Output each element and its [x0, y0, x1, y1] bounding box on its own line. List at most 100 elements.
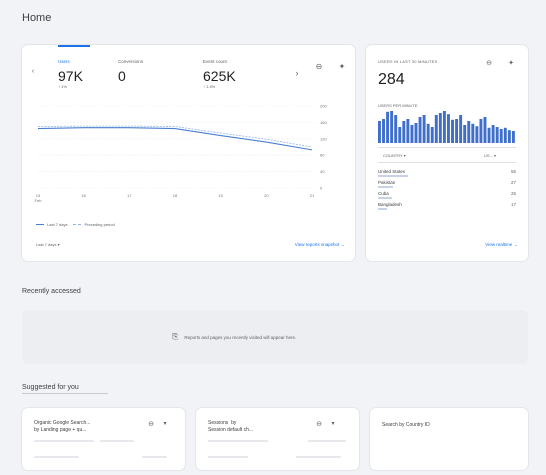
minute-bar	[499, 129, 503, 143]
legend-swatch-current	[36, 223, 44, 226]
chart-legend: Last 7 days Preceding period	[36, 222, 115, 227]
chevron-down-icon[interactable]: ▾	[160, 420, 170, 429]
divider	[378, 147, 516, 148]
x-tick-label: 17	[127, 193, 132, 198]
minute-bar	[414, 123, 418, 143]
placeholder-line	[34, 456, 79, 458]
suggested-title: Suggested for you	[22, 384, 79, 391]
compare-icon[interactable]: ⊖	[146, 420, 156, 429]
country-share-bar	[378, 175, 408, 177]
country-count: 25	[510, 191, 516, 196]
country-count: 55	[510, 169, 516, 174]
suggested-card-title-line2: by Landing page + qu...	[34, 427, 87, 433]
users-per-minute-bar-chart	[378, 111, 515, 143]
y-tick-label: 160	[320, 120, 327, 125]
suggested-card-title-line1: Search by Country ID	[382, 422, 430, 428]
country-name: Pakistan	[378, 180, 396, 185]
date-range-selector[interactable]: Last 7 days ▾	[36, 242, 60, 247]
minute-bar	[418, 117, 422, 143]
minute-bar	[406, 119, 410, 143]
tab-label: Users	[58, 59, 70, 64]
minute-bar	[386, 111, 390, 143]
tab-label: Conversions	[118, 59, 144, 64]
minute-bar	[390, 111, 394, 143]
suggested-card-3[interactable]: Search by Country ID	[370, 408, 528, 470]
compare-icon[interactable]: ⊖	[314, 420, 324, 429]
view-realtime-link[interactable]: View realtime →	[485, 242, 518, 247]
recent-pages-icon: ⎘	[172, 332, 179, 341]
chevron-down-icon[interactable]: ▾	[328, 420, 338, 429]
legend-label-previous: Preceding period	[84, 222, 115, 227]
tab-active-indicator	[58, 45, 90, 47]
tab-event-count[interactable]: Event count 625K ↑ 1.4%	[203, 59, 273, 89]
placeholder-line	[308, 440, 346, 442]
suggested-card-title-line1: Organic Google Search...	[34, 420, 91, 426]
x-tick-label: 18	[173, 193, 178, 198]
users-line-chart: 0408012016020015 16 17 18 19 20 21Feb	[35, 104, 328, 204]
realtime-card: USERS IN LAST 30 MINUTES ⊖ ✦ 284 USERS P…	[366, 45, 528, 261]
country-row: Bangladesh 17	[378, 202, 516, 214]
sparkle-icon[interactable]: ✦	[337, 62, 347, 71]
sparkle-icon[interactable]: ✦	[506, 59, 516, 68]
minute-bar	[422, 115, 426, 143]
compare-icon[interactable]: ⊖	[314, 62, 324, 71]
minute-bar	[479, 119, 483, 143]
suggested-card-1[interactable]: Organic Google Search... by Landing page…	[22, 408, 185, 470]
suggested-title-underline	[22, 393, 108, 394]
y-tick-label: 80	[320, 153, 325, 158]
metric-dropdown[interactable]: US... ▾	[484, 153, 496, 158]
series-line-current	[37, 127, 313, 151]
y-tick-label: 200	[320, 104, 327, 109]
tab-delta: ↑ 1.4%	[203, 84, 216, 89]
tab-conversions[interactable]: Conversions 0	[118, 59, 188, 84]
per-minute-label: USERS PER MINUTE	[378, 103, 418, 108]
x-tick-sublabel: Feb	[35, 198, 43, 203]
placeholder-line	[34, 440, 94, 442]
minute-bar	[442, 111, 446, 143]
divider	[378, 162, 516, 163]
minute-bar	[398, 127, 402, 143]
minute-bar	[467, 121, 471, 143]
recently-accessed-panel: ⎘ Reports and pages you recently visited…	[22, 310, 528, 364]
dimension-dropdown[interactable]: COUNTRY ▾	[383, 153, 406, 158]
minute-bar	[402, 121, 406, 143]
minute-bar	[438, 113, 442, 143]
tab-users[interactable]: Users 97K ↑ 1%	[58, 59, 116, 89]
chevron-right-icon[interactable]: ›	[292, 69, 302, 78]
placeholder-line	[142, 456, 167, 458]
tab-value: 625K	[203, 68, 236, 84]
minute-bar	[511, 131, 515, 143]
y-tick-label: 40	[320, 169, 325, 174]
view-reports-snapshot-link[interactable]: View reports snapshot →	[295, 242, 345, 247]
tab-label: Event count	[203, 59, 227, 64]
minute-bar	[451, 119, 454, 143]
realtime-count: 284	[378, 71, 405, 88]
arrow-right-icon: →	[513, 242, 519, 247]
minute-bar	[426, 123, 430, 143]
placeholder-line	[208, 440, 268, 442]
minute-bar	[459, 115, 463, 143]
country-name: Cuba	[378, 191, 389, 196]
recent-empty-state: ⎘ Reports and pages you recently visited…	[172, 332, 296, 342]
tab-delta: ↑ 1%	[58, 84, 67, 89]
chevron-down-icon: ▾	[57, 242, 60, 247]
overview-card: ‹ Users 97K ↑ 1% Conversions 0 Event cou…	[22, 45, 355, 261]
chevron-left-icon[interactable]: ‹	[28, 67, 38, 76]
y-tick-label: 120	[320, 136, 327, 141]
minute-bar	[487, 127, 491, 143]
legend-label-current: Last 7 days	[47, 222, 68, 227]
tab-value: 0	[118, 68, 126, 84]
minute-bar	[410, 125, 414, 143]
placeholder-line	[296, 456, 341, 458]
minute-bar	[471, 123, 475, 143]
minute-bar	[447, 114, 450, 143]
suggested-card-2[interactable]: Sessions by Session default ch... ⊖ ▾	[196, 408, 359, 470]
compare-icon[interactable]: ⊖	[484, 59, 494, 68]
country-name: United States	[378, 169, 406, 174]
country-count: 27	[510, 180, 516, 185]
minute-bar	[382, 119, 385, 143]
minute-bar	[507, 130, 511, 143]
minute-bar	[475, 126, 479, 143]
realtime-header: USERS IN LAST 30 MINUTES	[378, 59, 438, 64]
minute-bar	[495, 127, 499, 143]
